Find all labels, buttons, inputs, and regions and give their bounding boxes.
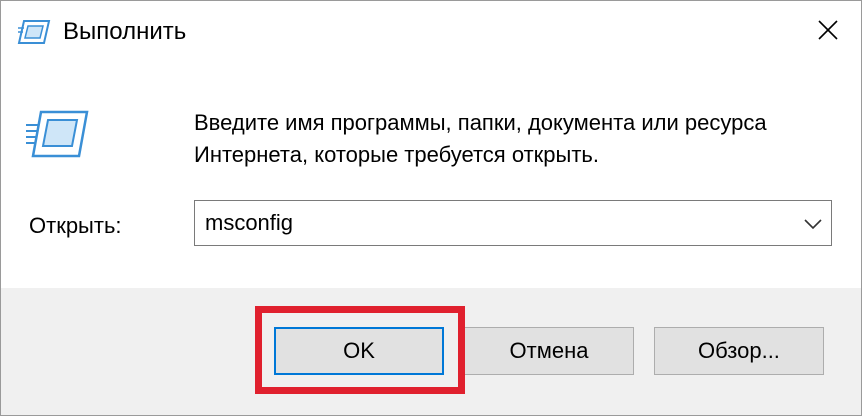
open-input[interactable]: msconfig [205, 209, 293, 237]
close-button[interactable] [795, 1, 861, 63]
title-bar: Выполнить [1, 1, 861, 63]
browse-button[interactable]: Обзор... [654, 327, 824, 375]
open-label: Открыть: [29, 213, 122, 238]
run-dialog: Выполнить Введите имя программы, папки, … [0, 0, 862, 416]
run-icon [17, 18, 51, 46]
cancel-button[interactable]: Отмена [464, 327, 634, 375]
window-title: Выполнить [63, 18, 187, 45]
ok-button[interactable]: OK [274, 327, 444, 375]
run-description: Введите имя программы, папки, документа … [194, 110, 767, 167]
open-combobox[interactable]: msconfig [194, 200, 832, 246]
run-icon [25, 109, 89, 159]
chevron-down-icon[interactable] [803, 215, 823, 233]
close-icon [817, 19, 839, 46]
